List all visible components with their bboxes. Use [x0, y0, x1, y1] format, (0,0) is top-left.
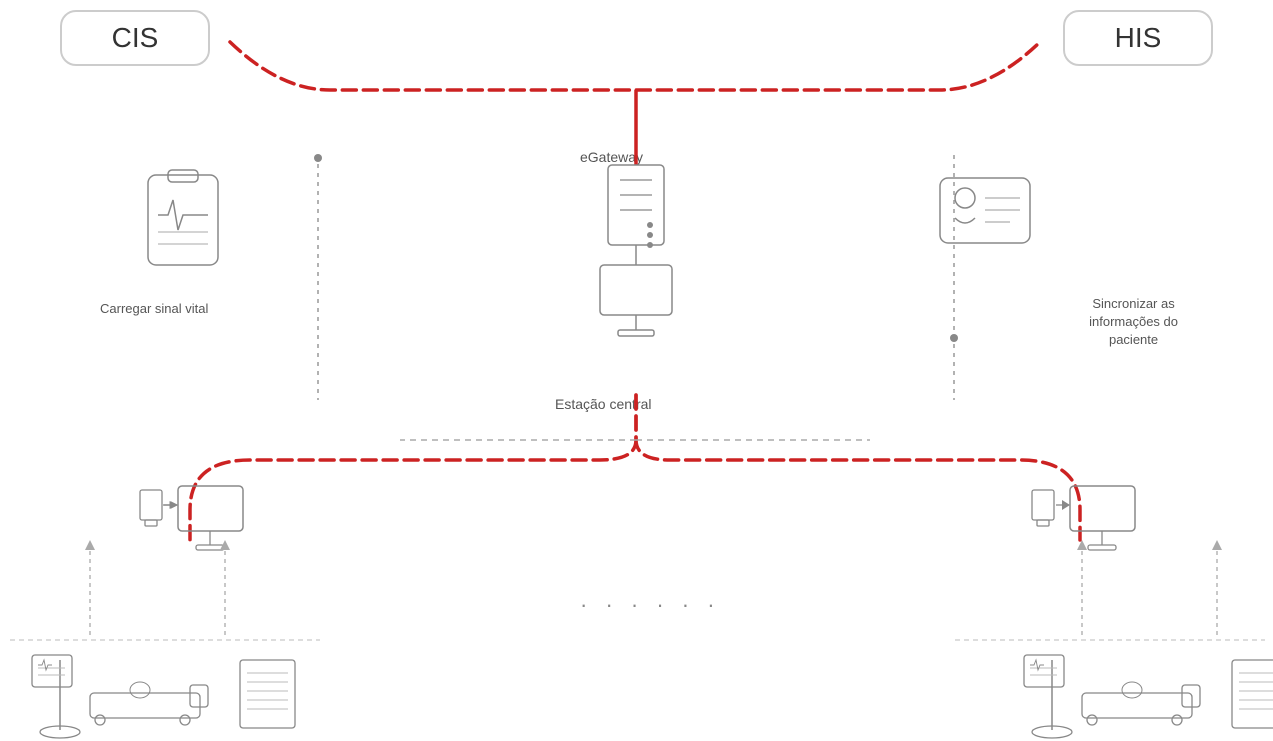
diagram-container: CIS HIS eGateway Estação central Carrega… [0, 0, 1273, 741]
main-diagram-svg [0, 0, 1273, 741]
